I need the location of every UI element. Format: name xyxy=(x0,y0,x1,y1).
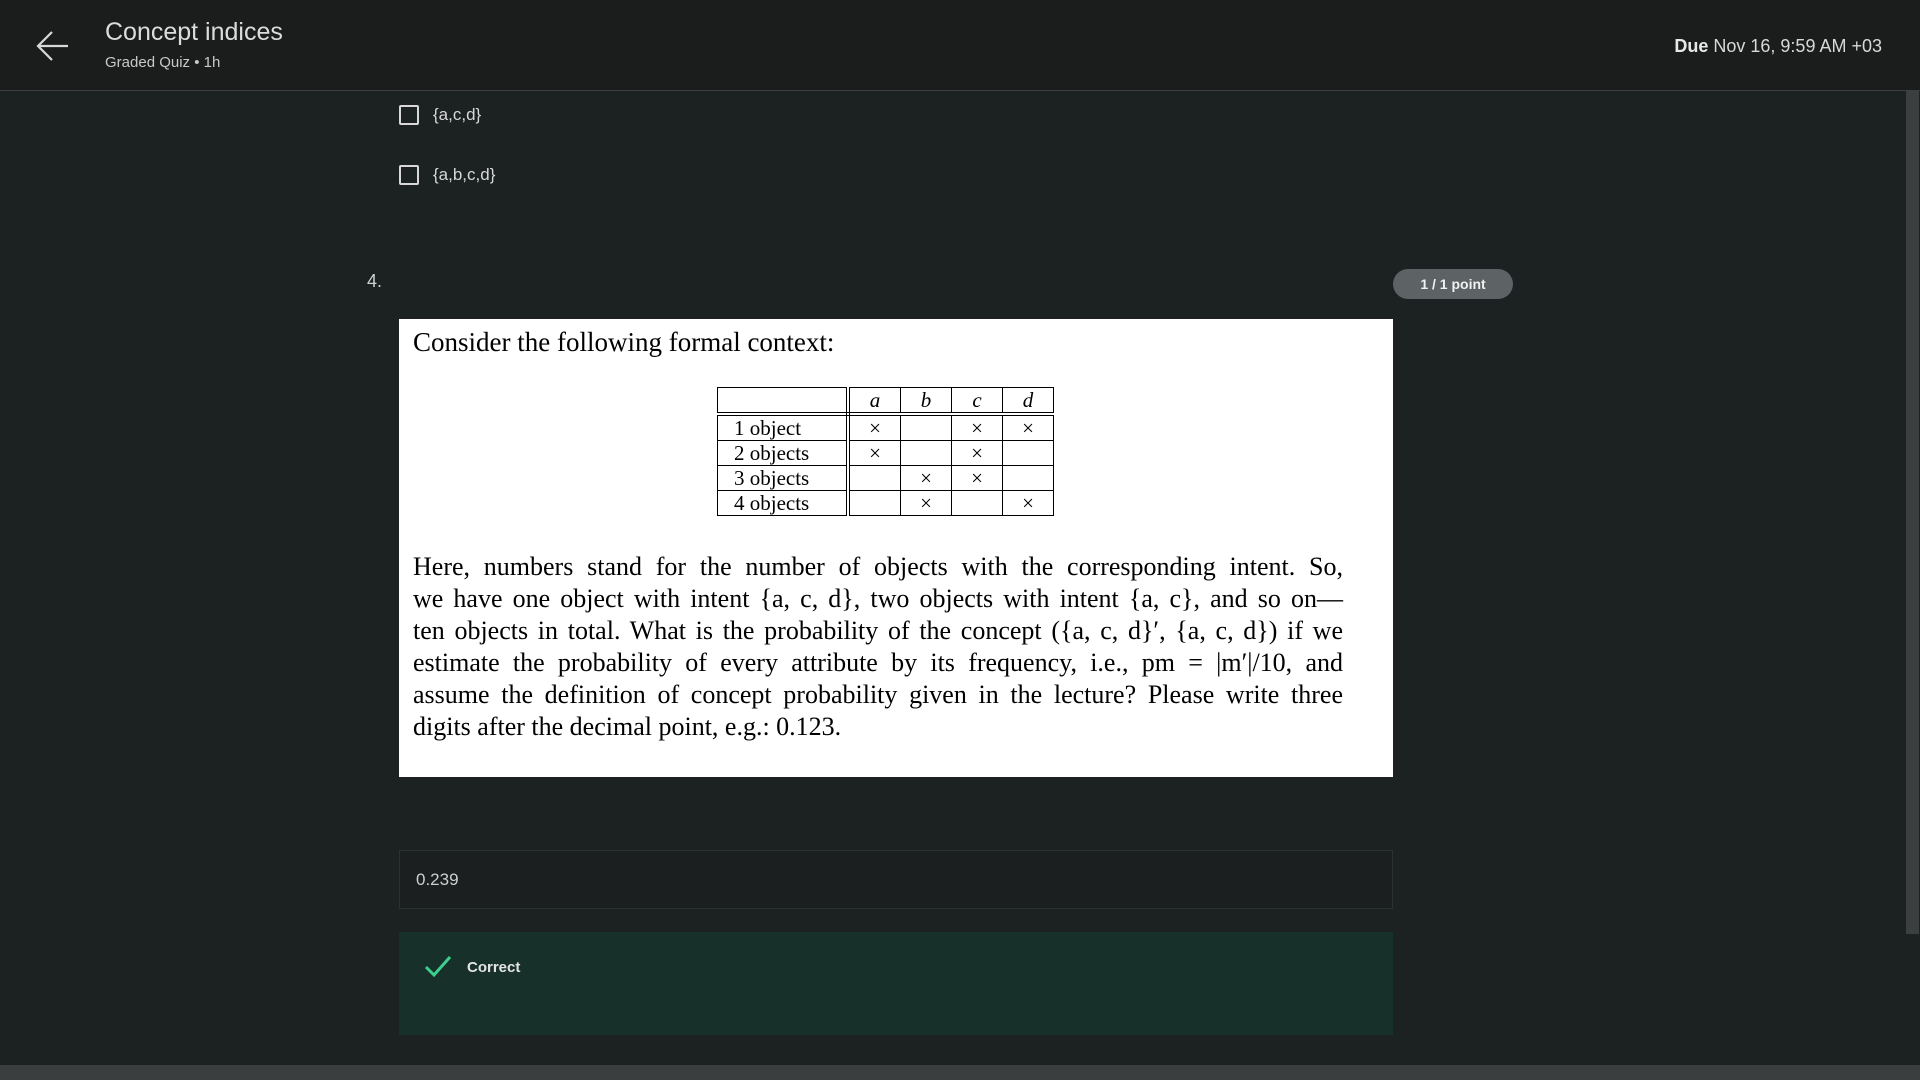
table-row: 3 objects × × xyxy=(717,465,1054,491)
row-label: 2 objects xyxy=(717,440,850,466)
question-image: Consider the following formal context: a… xyxy=(399,319,1393,777)
answer-input[interactable]: 0.239 xyxy=(399,850,1393,909)
row-label: 4 objects xyxy=(717,490,850,516)
question-text-line: ten objects in total. What is the probab… xyxy=(413,616,1343,645)
column-header: d xyxy=(1002,387,1054,416)
back-arrow-icon[interactable] xyxy=(30,26,76,66)
table-row: 4 objects × × xyxy=(717,490,1054,516)
table-cell xyxy=(1002,465,1054,491)
row-label: 3 objects xyxy=(717,465,850,491)
due-label: Due xyxy=(1674,36,1709,56)
question-text-line: Here, numbers stand for the number of ob… xyxy=(413,552,1343,581)
due-value: Nov 16, 9:59 AM +03 xyxy=(1713,36,1882,56)
table-cell: × xyxy=(1002,490,1054,516)
scrollbar-thumb[interactable] xyxy=(1906,91,1919,934)
feedback-label: Correct xyxy=(467,959,521,976)
question-text-line: we have one object with intent {a, c, d}… xyxy=(413,584,1343,613)
table-cell: × xyxy=(847,413,901,441)
row-label: 1 object xyxy=(717,413,850,441)
checkbox[interactable] xyxy=(399,165,419,185)
question-body: Here, numbers stand for the number of ob… xyxy=(413,551,1343,743)
feedback-box: Correct xyxy=(399,932,1393,1035)
table-cell: × xyxy=(951,465,1003,491)
table-cell xyxy=(847,465,901,491)
column-header: a xyxy=(847,387,901,416)
table-cell xyxy=(900,440,952,466)
column-header: b xyxy=(900,387,952,416)
table-cell: × xyxy=(847,440,901,466)
horizontal-scrollbar[interactable] xyxy=(0,1065,1920,1080)
question-intro: Consider the following formal context: xyxy=(413,327,835,357)
table-cell xyxy=(847,490,901,516)
table-row: 2 objects × × xyxy=(717,440,1054,466)
table-cell xyxy=(900,413,952,441)
table-cell xyxy=(951,490,1003,516)
question-number: 4. xyxy=(367,271,383,291)
due-date: Due Nov 16, 9:59 AM +03 xyxy=(1674,36,1882,57)
quiz-subtitle: Graded Quiz • 1h xyxy=(105,54,221,71)
table-cell: × xyxy=(900,490,952,516)
question-text-line: assume the definition of concept probabi… xyxy=(413,680,1343,709)
checkmark-icon xyxy=(424,956,452,978)
column-header: c xyxy=(951,387,1003,416)
formal-context-table: a b c d 1 object × × × 2 objects × × 3 o… xyxy=(717,387,1054,516)
table-header-row: a b c d xyxy=(717,387,1054,416)
table-cell xyxy=(1002,440,1054,466)
quiz-title: Concept indices xyxy=(105,18,283,46)
table-cell: × xyxy=(900,465,952,491)
top-bar: Concept indices Graded Quiz • 1h Due Nov… xyxy=(0,0,1920,91)
table-cell: × xyxy=(951,413,1003,441)
option-label: {a,c,d} xyxy=(433,105,482,124)
table-corner xyxy=(717,387,850,416)
checkbox[interactable] xyxy=(399,105,419,125)
table-cell: × xyxy=(1002,413,1054,441)
option-label: {a,b,c,d} xyxy=(433,165,496,184)
question-text-line: digits after the decimal point, e.g.: 0.… xyxy=(413,712,842,741)
points-badge: 1 / 1 point xyxy=(1393,269,1513,299)
table-cell: × xyxy=(951,440,1003,466)
option-acd[interactable]: {a,c,d} xyxy=(399,102,481,128)
option-abcd[interactable]: {a,b,c,d} xyxy=(399,162,495,188)
table-row: 1 object × × × xyxy=(717,413,1054,441)
question-text-line: estimate the probability of every attrib… xyxy=(413,648,1343,677)
